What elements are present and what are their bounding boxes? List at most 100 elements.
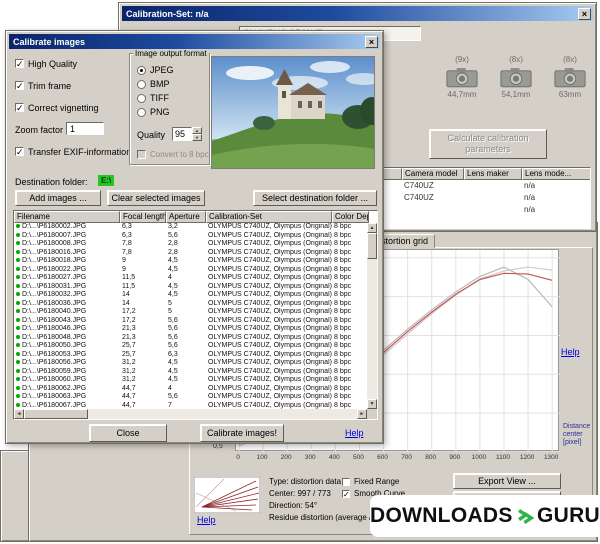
file-row[interactable]: D:\...\P6180031.JPG 11,5 4,5 OLYMPUS C740UZ… [14, 283, 367, 292]
file-cell: 8 bpc [334, 248, 352, 256]
file-row[interactable]: D:\...\P6180002.JPG 6,3 3,2 OLYMPUS C740UZ,… [14, 223, 367, 232]
convert-8bpc-checkbox[interactable]: Convert to 8 bpc [137, 149, 209, 160]
file-row[interactable]: D:\...\P6180008.JPG 7,8 2,8 OLYMPUS C740UZ,… [14, 240, 367, 249]
checkbox-box-icon[interactable]: ✓ [15, 59, 24, 69]
spin-up-icon[interactable]: ▲ [192, 127, 202, 134]
radio-circle-icon[interactable] [137, 79, 146, 89]
select-destination-button[interactable]: Select destination folder ... [253, 190, 377, 206]
column-header[interactable]: Aperture [166, 211, 206, 223]
file-cell: 8 bpc [334, 325, 352, 332]
file-row[interactable]: D:\...\P6180062.JPG 44,7 4 OLYMPUS C740UZ, … [14, 385, 367, 394]
column-header[interactable]: Lens maker [464, 168, 522, 180]
file-row[interactable]: D:\...\P6180048.JPG 21,3 5,6 OLYMPUS C740UZ… [14, 334, 367, 343]
file-cell: 6,3 [122, 231, 132, 239]
file-row[interactable]: D:\...\P6180036.JPG 14 5 OLYMPUS C740UZ, Ol… [14, 300, 367, 309]
column-header[interactable]: Calibration-Set [206, 211, 332, 223]
quality-spinner[interactable]: 95 ▲ ▼ [172, 127, 202, 141]
status-dot-icon [16, 317, 20, 322]
file-row[interactable]: D:\...\P6180043.JPG 17,2 5,6 OLYMPUS C740UZ… [14, 317, 367, 326]
add-images-button[interactable]: Add images ... [15, 190, 101, 206]
close-icon[interactable]: × [578, 7, 591, 20]
checkbox-box-icon[interactable]: ✓ [15, 81, 24, 91]
checkbox-box-icon[interactable] [342, 477, 350, 486]
hardware-row[interactable]: n/a [354, 204, 590, 216]
scroll-left-icon[interactable]: ◄ [14, 409, 24, 419]
file-cell: 5,6 [168, 333, 178, 341]
dialog-titlebar[interactable]: Calibrate images × [9, 34, 380, 49]
close-button[interactable]: Close [89, 424, 167, 442]
spin-down-icon[interactable]: ▼ [192, 134, 202, 141]
radio-circle-icon[interactable] [137, 65, 146, 75]
checkbox-box-icon[interactable]: ✓ [342, 489, 350, 498]
file-row[interactable]: D:\...\P6180059.JPG 31,2 4,5 OLYMPUS C740UZ… [14, 368, 367, 377]
file-cell: 4,5 [168, 359, 178, 366]
file-row[interactable]: D:\...\P6180050.JPG 25,7 5,6 OLYMPUS C740UZ… [14, 342, 367, 351]
file-cell: 8 bpc [334, 359, 352, 366]
file-cell: 8 bpc [334, 342, 352, 349]
file-row[interactable]: D:\...\P6180067.JPG 44,7 7 OLYMPUS C740UZ, … [14, 402, 367, 410]
high-quality-checkbox[interactable]: ✓ High Quality [15, 58, 77, 69]
radio-jpeg[interactable]: JPEG [137, 63, 174, 77]
zoom-factor-input[interactable]: 1 [66, 122, 104, 135]
radio-circle-icon[interactable] [137, 107, 146, 117]
scroll-right-icon[interactable]: ► [357, 409, 367, 419]
file-row[interactable]: D:\...\P6180018.JPG 9 4,5 OLYMPUS C740UZ, O… [14, 257, 367, 266]
file-cell: 8 bpc [334, 333, 352, 341]
checkbox-label: Convert to 8 bpc [150, 150, 209, 159]
file-cell: 8 bpc [334, 257, 352, 264]
checkbox-box-icon[interactable] [137, 150, 146, 159]
file-cell: 31,2 [122, 376, 136, 383]
checkbox-box-icon[interactable]: ✓ [15, 147, 24, 157]
file-row[interactable]: D:\...\P6180032.JPG 14 4,5 OLYMPUS C740UZ, … [14, 291, 367, 300]
scroll-up-icon[interactable]: ▲ [367, 223, 377, 233]
file-row[interactable]: D:\...\P6180053.JPG 25,7 6,3 OLYMPUS C740UZ… [14, 351, 367, 360]
radio-tiff[interactable]: TIFF [137, 91, 174, 105]
file-cell: D:\...\P6180032.JPG [14, 291, 120, 300]
camera-item: (9x) 44,7mm [437, 55, 487, 99]
calibrate-images-button[interactable]: Calibrate images! [200, 424, 284, 442]
radio-png[interactable]: PNG [137, 105, 174, 119]
radio-bmp[interactable]: BMP [137, 77, 174, 91]
close-icon[interactable]: × [365, 35, 378, 48]
file-cell: 8 bpc [334, 274, 352, 281]
calculate-calibration-button[interactable]: Calculate calibration parameters [429, 129, 547, 159]
file-cell: D:\...\P6180036.JPG [14, 300, 120, 309]
scrollbar-thumb[interactable] [367, 233, 377, 259]
column-header[interactable]: Lens mode... [522, 168, 590, 180]
vertical-scrollbar[interactable]: ▲ ▼ [367, 223, 377, 409]
file-row[interactable]: D:\...\P6180016.JPG 7,8 2,8 OLYMPUS C740UZ,… [14, 249, 367, 258]
file-row[interactable]: D:\...\P6180056.JPG 31,2 4,5 OLYMPUS C740UZ… [14, 359, 367, 368]
export-view-button[interactable]: Export View ... [453, 473, 561, 489]
column-header[interactable]: Color Depth [332, 211, 369, 223]
column-header[interactable]: Camera model [402, 168, 464, 180]
radio-label: TIFF [150, 93, 169, 103]
file-row[interactable]: D:\...\P6180040.JPG 17,2 5 OLYMPUS C740UZ, … [14, 308, 367, 317]
hardware-row[interactable]: ...PTI...C740UZn/a [354, 192, 590, 204]
file-row[interactable]: D:\...\P6180022.JPG 9 4,5 OLYMPUS C740UZ, O… [14, 266, 367, 275]
transfer-exif-checkbox[interactable]: ✓ Transfer EXIF-information [15, 146, 131, 157]
file-row[interactable]: D:\...\P6180060.JPG 31,2 4,5 OLYMPUS C740UZ… [14, 376, 367, 385]
file-row[interactable]: D:\...\P6180046.JPG 21,3 5,6 OLYMPUS C740UZ… [14, 325, 367, 334]
file-row[interactable]: D:\...\P6180007.JPG 6,3 5,6 OLYMPUS C740UZ,… [14, 232, 367, 241]
hardware-row[interactable]: ...PTI...C740UZn/a [354, 180, 590, 192]
file-row[interactable]: D:\...\P6180063.JPG 44,7 5,6 OLYMPUS C740UZ… [14, 393, 367, 402]
column-header[interactable]: Focal length [120, 211, 166, 223]
calibration-titlebar[interactable]: Calibration-Set: n/a × [122, 6, 593, 21]
help-link-grid[interactable]: Help [561, 347, 580, 357]
horizontal-scrollbar[interactable]: ◄ ► [14, 409, 367, 419]
x-tick-label: 300 [304, 454, 316, 461]
clear-selected-button[interactable]: Clear selected images [107, 190, 205, 206]
quality-value[interactable]: 95 [172, 127, 192, 141]
scrollbar-thumb[interactable] [24, 409, 88, 419]
radio-circle-icon[interactable] [137, 93, 146, 103]
file-row[interactable]: D:\...\P6180027.JPG 11,5 4 OLYMPUS C740UZ, … [14, 274, 367, 283]
column-header[interactable]: Filename [14, 211, 120, 223]
checkbox-box-icon[interactable]: ✓ [15, 103, 24, 113]
scroll-down-icon[interactable]: ▼ [367, 399, 377, 409]
file-cell: 4 [168, 384, 172, 392]
fixed-range-checkbox[interactable]: Fixed Range [342, 476, 399, 487]
help-link-dialog[interactable]: Help [345, 428, 364, 438]
file-cell: OLYMPUS C740UZ, Olympus (Original), HQ [208, 231, 332, 239]
trim-frame-checkbox[interactable]: ✓ Trim frame [15, 80, 71, 91]
correct-vignetting-checkbox[interactable]: ✓ Correct vignetting [15, 102, 99, 113]
